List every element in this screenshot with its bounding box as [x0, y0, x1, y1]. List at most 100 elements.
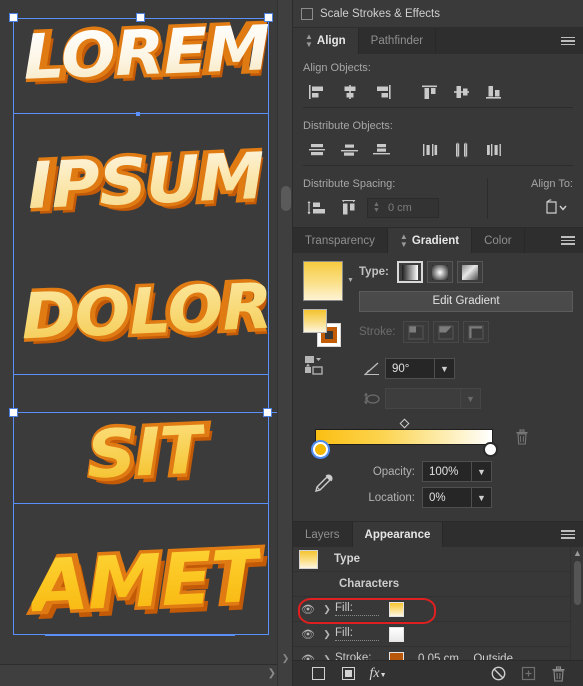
scale-strokes-effects-row[interactable]: Scale Strokes & Effects — [293, 0, 583, 28]
appearance-panel-tabbar: Layers Appearance — [293, 521, 583, 547]
align-panel-menu-icon[interactable] — [561, 28, 575, 54]
gradient-angle-input[interactable]: 90° ▼ — [385, 358, 455, 379]
distribute-horizontal-spacing-icon[interactable] — [335, 197, 365, 219]
freeform-gradient-icon[interactable] — [456, 261, 483, 283]
selection-handle-bottom-right[interactable] — [263, 408, 272, 417]
scroll-up-chevron-icon[interactable]: ▲ — [571, 548, 583, 558]
distribute-vertical-center-icon[interactable] — [335, 139, 365, 161]
gradient-slider[interactable] — [313, 418, 528, 457]
gradient-stop-start[interactable] — [313, 442, 328, 457]
distribute-vertical-top-icon[interactable] — [303, 139, 333, 161]
gradient-eyedropper-icon[interactable] — [303, 473, 359, 502]
distribute-horizontal-center-icon[interactable] — [447, 139, 477, 161]
visibility-eye-icon[interactable]: 👁 — [297, 628, 319, 641]
align-top-icon[interactable] — [415, 81, 445, 103]
appearance-row-type[interactable]: Type — [293, 547, 583, 572]
appearance-panel-menu-icon[interactable] — [561, 522, 575, 547]
gradient-opacity-chevron-icon[interactable]: ▼ — [471, 462, 491, 481]
delete-item-icon[interactable] — [543, 663, 573, 685]
fill-color-swatch[interactable] — [389, 626, 404, 642]
gradient-opacity-value: 100% — [429, 465, 459, 478]
align-horizontal-center-icon[interactable] — [335, 81, 365, 103]
tab-appearance[interactable]: Appearance — [352, 522, 444, 547]
gradient-location-input[interactable]: 0% ▼ — [422, 487, 492, 508]
distribute-vertical-spacing-icon[interactable] — [303, 197, 333, 219]
tab-color[interactable]: Color — [472, 228, 525, 253]
distribute-vertical-bottom-icon[interactable] — [367, 139, 397, 161]
stroke-across-icon[interactable] — [463, 321, 490, 343]
artboard-canvas[interactable]: LOREM LOREM LOREM IPSUM IPSUM IPSUM DOLO… — [0, 0, 292, 686]
gradient-angle-chevron-icon[interactable]: ▼ — [434, 359, 454, 378]
panel-expand-chevron-icon[interactable]: ❯ — [268, 668, 276, 679]
tab-transparency[interactable]: Transparency — [293, 228, 388, 253]
add-new-fill-icon[interactable] — [333, 663, 363, 685]
gradient-slider-bar[interactable] — [315, 429, 493, 445]
gradient-stop-end[interactable] — [483, 442, 498, 457]
appearance-scrollbar-thumb[interactable] — [574, 561, 581, 605]
appearance-row-fill-white[interactable]: 👁 ❯ Fill: — [293, 622, 583, 647]
align-to-label: Align To: — [531, 178, 573, 190]
scrollbar-thumb[interactable] — [281, 186, 291, 211]
distribute-objects-buttons — [303, 139, 573, 161]
scale-strokes-effects-checkbox[interactable] — [301, 7, 313, 20]
tab-align[interactable]: ▲ ▼ Align — [293, 28, 359, 54]
duplicate-item-icon[interactable] — [513, 663, 543, 685]
gradient-location-value: 0% — [429, 491, 446, 504]
gradient-midpoint-handle[interactable] — [399, 418, 410, 429]
align-bottom-icon[interactable] — [479, 81, 509, 103]
radial-gradient-icon[interactable] — [426, 261, 453, 283]
fill-swatch-indicator[interactable] — [303, 309, 327, 333]
distribute-horizontal-left-icon[interactable] — [415, 139, 445, 161]
align-to-selection-icon[interactable] — [543, 197, 573, 219]
gradient-preview-swatch[interactable] — [303, 261, 343, 301]
clear-appearance-icon[interactable] — [483, 663, 513, 685]
add-new-stroke-icon[interactable] — [303, 663, 333, 685]
appearance-row-fill-gradient-label: Fill: — [335, 602, 379, 616]
gradient-panel-tabbar: Transparency ▲ ▼ Gradient Color — [293, 227, 583, 253]
disclosure-chevron-icon[interactable]: ❯ — [319, 629, 335, 640]
visibility-eye-icon[interactable]: 👁 — [297, 603, 319, 616]
spacing-stepper-icon[interactable]: ▲ ▼ — [370, 201, 383, 214]
artwork-line-dolor-fill: DOLOR — [19, 269, 273, 354]
tab-gradient[interactable]: ▲ ▼ Gradient — [387, 228, 473, 253]
gradient-aspect-ratio-input[interactable]: ▼ — [385, 388, 481, 409]
distribute-horizontal-right-icon[interactable] — [479, 139, 509, 161]
gradient-preset-chevron-icon[interactable]: ▼ — [347, 277, 354, 284]
stroke-along-icon[interactable] — [433, 321, 460, 343]
stroke-within-icon[interactable] — [403, 321, 430, 343]
selection-anchor-point[interactable] — [136, 112, 140, 116]
tab-pathfinder[interactable]: Pathfinder — [358, 28, 437, 54]
gradient-panel-menu-icon[interactable] — [561, 228, 575, 253]
align-right-icon[interactable] — [367, 81, 397, 103]
fill-color-swatch[interactable] — [389, 601, 404, 617]
edit-gradient-button[interactable]: Edit Gradient — [359, 291, 573, 312]
gradient-aspect-ratio-chevron-icon[interactable]: ▼ — [460, 389, 480, 408]
align-vertical-center-icon[interactable] — [447, 81, 477, 103]
delete-gradient-stop-icon[interactable] — [515, 429, 529, 448]
artwork-line-ipsum: IPSUM IPSUM IPSUM — [0, 137, 292, 230]
artwork-line-lorem-fill: LOREM — [21, 11, 271, 94]
selection-handle-top-left[interactable] — [9, 13, 18, 22]
appearance-row-characters[interactable]: Characters — [293, 572, 583, 597]
gradient-stroke-label: Stroke: — [359, 326, 396, 338]
add-new-effect-icon[interactable]: fx▼ — [363, 663, 393, 685]
tab-transparency-label: Transparency — [305, 234, 375, 247]
disclosure-chevron-icon[interactable]: ❯ — [319, 604, 335, 615]
align-left-icon[interactable] — [303, 81, 333, 103]
selection-handle-top-center[interactable] — [136, 13, 145, 22]
appearance-panel-body: Type Characters 👁 ❯ Fill: 👁 ❯ Fill: ❯ St… — [293, 547, 583, 686]
tab-gradient-label: Gradient — [411, 234, 460, 247]
linear-gradient-icon[interactable] — [396, 261, 423, 283]
selection-handle-top-right[interactable] — [264, 13, 273, 22]
selection-handle-bottom-left[interactable] — [9, 408, 18, 417]
spacing-value-input[interactable]: ▲ ▼ 0 cm — [367, 198, 439, 218]
gradient-location-chevron-icon[interactable]: ▼ — [471, 488, 491, 507]
appearance-row-fill-gradient[interactable]: 👁 ❯ Fill: — [293, 597, 583, 622]
spacing-value: 0 cm — [388, 202, 412, 214]
scroll-down-chevron-icon[interactable]: ❯ — [278, 653, 292, 664]
gradient-opacity-input[interactable]: 100% ▼ — [422, 461, 492, 482]
tab-layers[interactable]: Layers — [293, 522, 353, 547]
gradient-opacity-label: Opacity: — [372, 465, 415, 478]
canvas-vertical-scrollbar[interactable]: ❯ — [277, 0, 292, 686]
artwork-line-lorem: LOREM LOREM LOREM — [0, 8, 292, 99]
